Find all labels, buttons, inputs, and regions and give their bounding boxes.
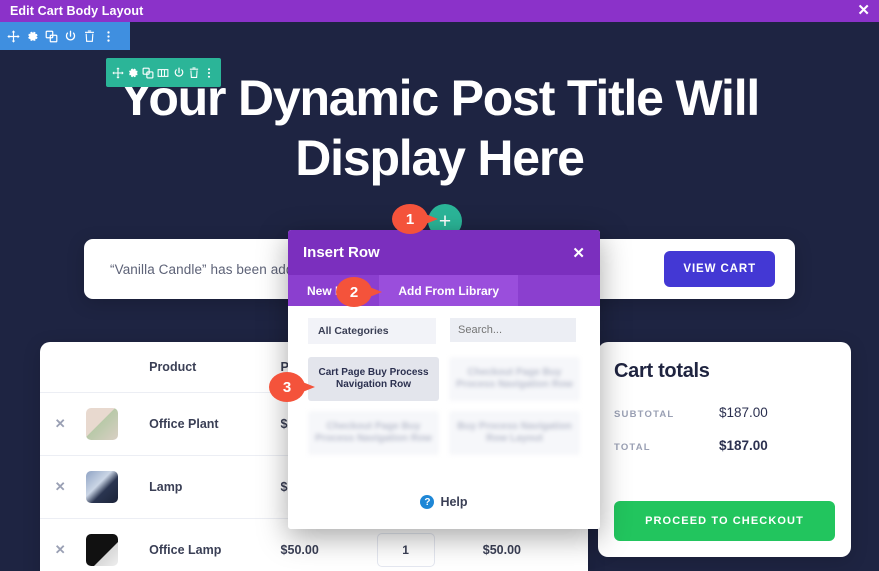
col-product: Product	[149, 360, 197, 374]
disable-power-icon[interactable]	[61, 26, 80, 46]
remove-item-icon[interactable]: ✕	[55, 542, 66, 557]
callout-marker-3: 3	[269, 372, 315, 402]
column-structure-icon[interactable]	[156, 63, 171, 83]
product-thumbnail[interactable]	[86, 408, 119, 440]
move-icon[interactable]	[110, 63, 125, 83]
library-item-4[interactable]: Buy Process Navigation Row Layout	[449, 411, 580, 455]
total-row: TOTAL $187.00	[614, 438, 835, 453]
section-toolbar[interactable]	[0, 22, 130, 50]
settings-gear-icon[interactable]	[23, 26, 42, 46]
product-name[interactable]: Office Lamp	[143, 518, 275, 571]
modal-title: Insert Row	[303, 244, 380, 261]
more-options-icon[interactable]	[202, 63, 217, 83]
modal-body: All Categories Cart Page Buy Process Nav…	[288, 306, 600, 529]
window-title-bar: Edit Cart Body Layout ✕	[0, 0, 879, 22]
close-icon[interactable]: ✕	[857, 3, 870, 19]
total-label: TOTAL	[614, 442, 651, 453]
callout-marker-1: 1	[392, 204, 438, 234]
product-name[interactable]: Lamp	[143, 455, 275, 519]
row-toolbar[interactable]	[106, 58, 221, 87]
more-options-icon[interactable]	[99, 26, 118, 46]
proceed-to-checkout-button[interactable]: PROCEED TO CHECKOUT	[614, 501, 835, 541]
subtotal-row: SUBTOTAL $187.00	[614, 405, 835, 420]
question-mark-icon: ?	[420, 495, 435, 509]
library-item-2[interactable]: Checkout Page Buy Process Navigation Row	[449, 357, 580, 401]
cart-totals-heading: Cart totals	[614, 360, 710, 382]
view-cart-button[interactable]: VIEW CART	[664, 251, 775, 287]
duplicate-icon[interactable]	[42, 26, 61, 46]
delete-trash-icon[interactable]	[80, 26, 99, 46]
modal-header: Insert Row ✕	[288, 230, 600, 275]
subtotal-label: SUBTOTAL	[614, 409, 675, 420]
library-item-cart-page-buy-process-navigation-row[interactable]: Cart Page Buy Process Navigation Row	[308, 357, 439, 401]
marker-number: 1	[392, 204, 428, 234]
help-label: Help	[440, 495, 468, 509]
remove-item-icon[interactable]: ✕	[55, 479, 66, 494]
duplicate-icon[interactable]	[141, 63, 156, 83]
library-filters: All Categories	[308, 318, 580, 344]
cart-totals-card: Cart totals SUBTOTAL $187.00 TOTAL $187.…	[598, 342, 851, 557]
close-icon[interactable]: ✕	[572, 244, 585, 262]
window-title: Edit Cart Body Layout	[10, 4, 144, 18]
modal-tab-bar: New Row Add From Library	[288, 275, 600, 306]
category-filter-select[interactable]: All Categories	[308, 318, 436, 344]
product-name[interactable]: Office Plant	[143, 392, 275, 456]
col-thumbnail	[80, 342, 143, 393]
disable-power-icon[interactable]	[171, 63, 186, 83]
move-icon[interactable]	[4, 26, 23, 46]
library-items-grid: Cart Page Buy Process Navigation Row Che…	[308, 357, 580, 455]
insert-row-modal: Insert Row ✕ New Row Add From Library Al…	[288, 230, 600, 529]
tab-add-from-library[interactable]: Add From Library	[379, 275, 519, 306]
subtotal-value: $187.00	[719, 405, 768, 420]
product-thumbnail[interactable]	[86, 534, 119, 566]
remove-item-icon[interactable]: ✕	[55, 416, 66, 431]
library-item-3[interactable]: Checkout Page Buy Process Navigation Row	[308, 411, 439, 455]
settings-gear-icon[interactable]	[125, 63, 140, 83]
marker-number: 2	[336, 277, 372, 307]
product-thumbnail[interactable]	[86, 471, 119, 503]
search-input[interactable]	[450, 318, 576, 342]
help-link[interactable]: ? Help	[288, 495, 600, 509]
quantity-stepper[interactable]: 1	[376, 533, 435, 567]
total-value: $187.00	[719, 438, 768, 453]
marker-number: 3	[269, 372, 305, 402]
callout-marker-2: 2	[336, 277, 382, 307]
col-remove	[40, 342, 80, 393]
delete-trash-icon[interactable]	[186, 63, 201, 83]
